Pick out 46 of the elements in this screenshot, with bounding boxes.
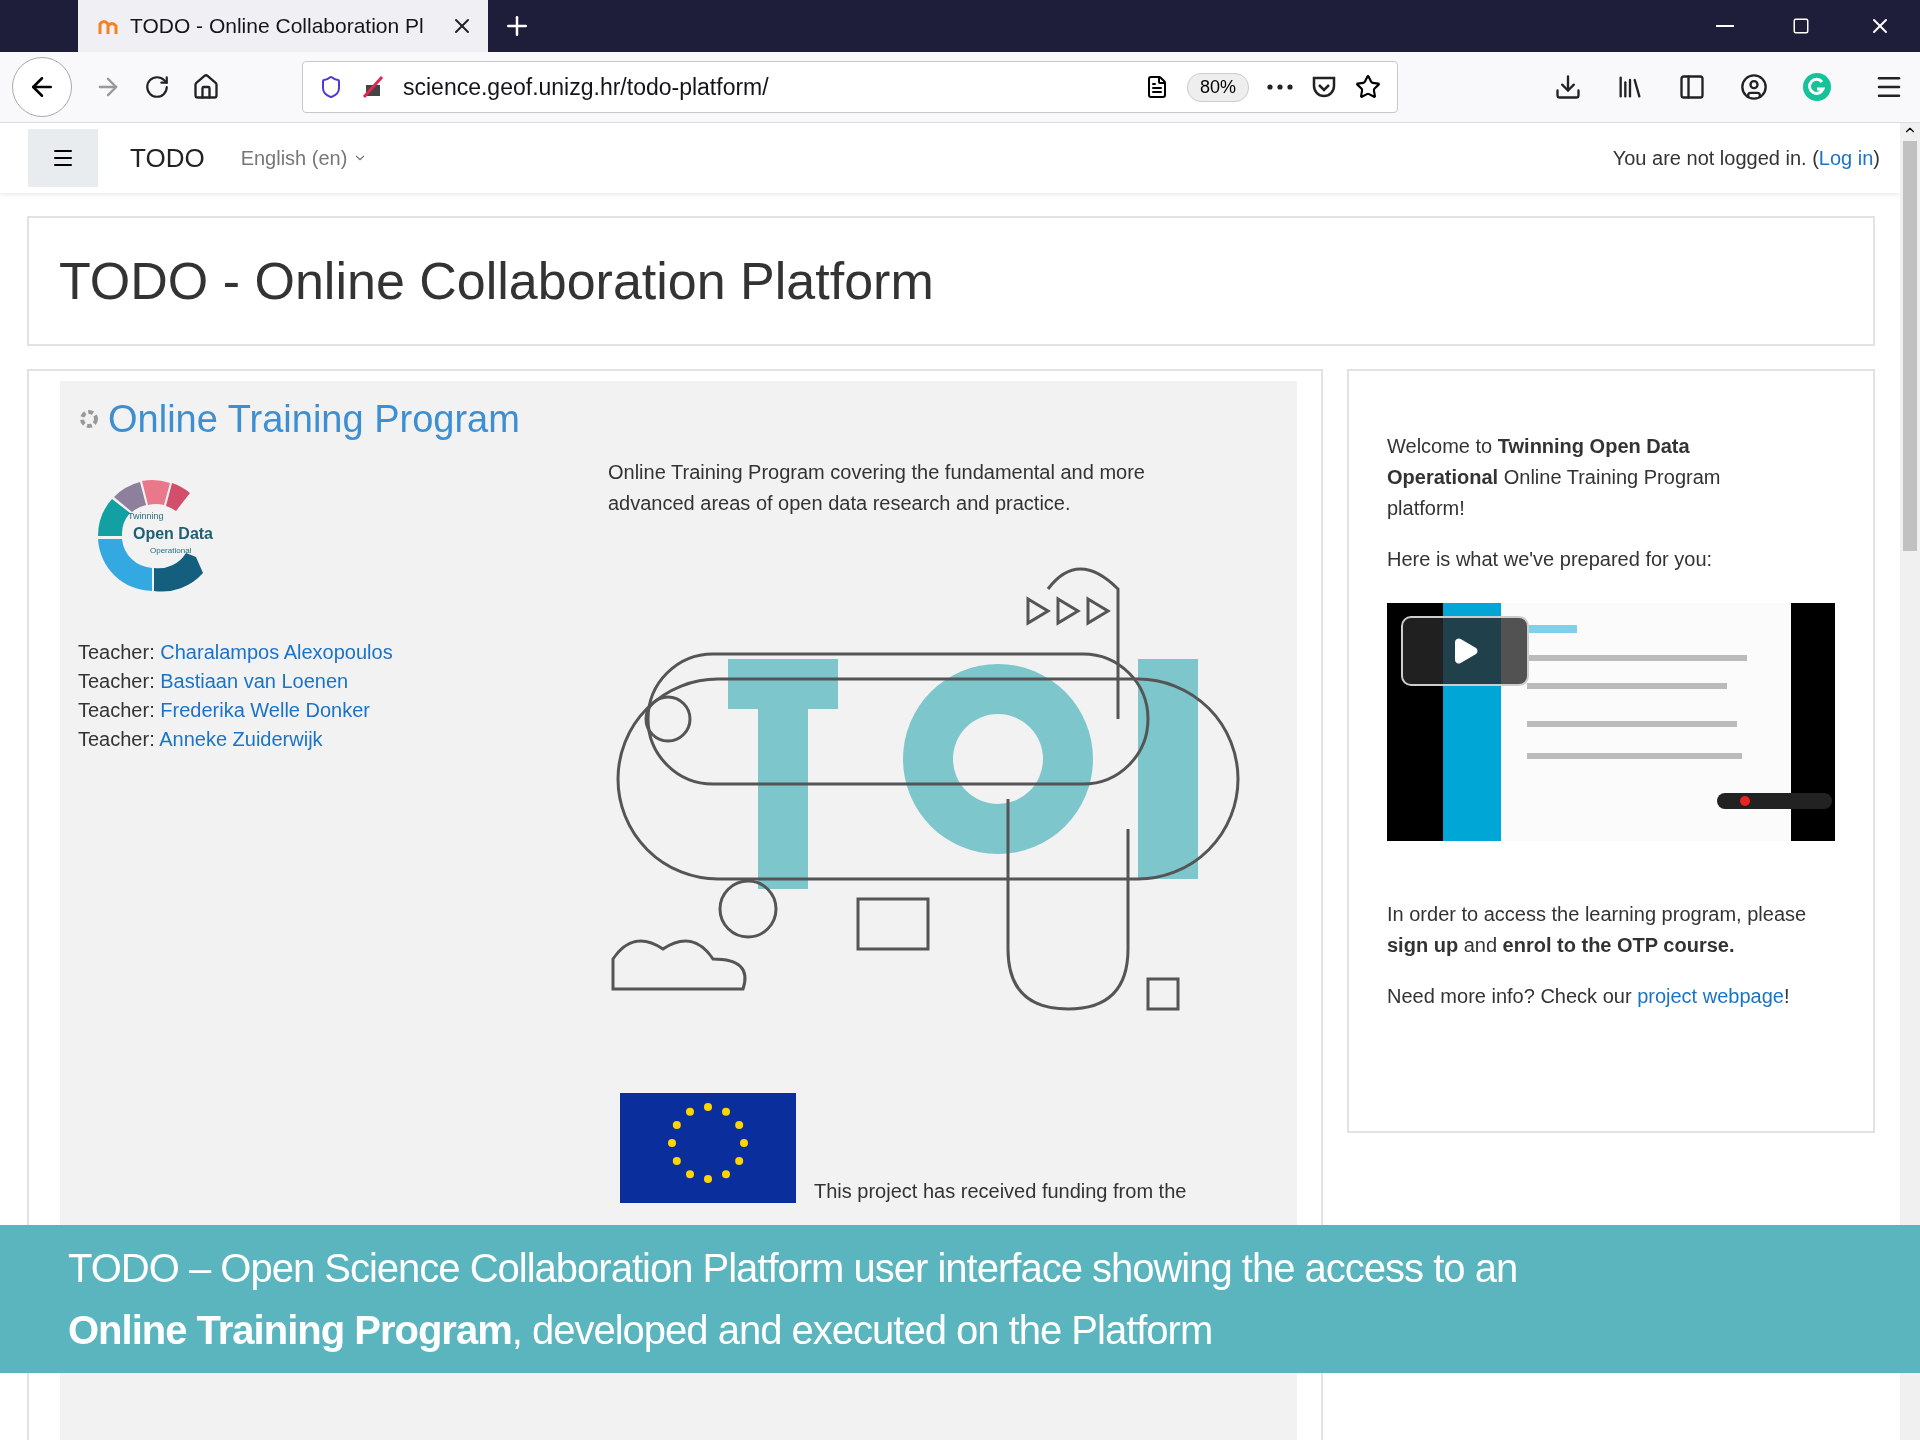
info-text: Need more info? Check our project webpage! (1387, 984, 1791, 1009)
project-link[interactable]: project webpage (1637, 985, 1784, 1007)
zoom-badge[interactable]: 80% (1186, 72, 1249, 102)
logo: Twinning Open Data Operational (78, 461, 228, 611)
sidebar-button[interactable] (1678, 73, 1706, 101)
caption-text: TODO – Open Science Collaboration Platform user interface showing the access to an Online Training Program, developed and executed on the Platform (68, 1245, 1519, 1354)
download-button[interactable] (1554, 73, 1582, 101)
access-text: In order to access the learning program, please sign up and enrol to the OTP course. (1387, 902, 1808, 958)
shield-icon (319, 75, 343, 99)
teacher-line: Teacher: Frederika Welle Donker (78, 699, 371, 722)
insecure-lock-icon (361, 75, 385, 99)
teacher-line: Teacher: Charalampos Alexopoulos (78, 641, 394, 664)
account-button[interactable] (1740, 73, 1768, 101)
minimize-icon (1716, 25, 1734, 27)
site-icon (98, 17, 120, 35)
maximize-icon (1792, 17, 1810, 35)
url-text: science.geof.unizg.hr/todo-platform/ (403, 73, 770, 101)
course-icon (78, 408, 100, 430)
teacher-link[interactable]: Charalampos Alexopoulos (160, 641, 393, 663)
teacher-line: Teacher: Anneke Zuiderwijk (78, 728, 324, 751)
teacher-link[interactable]: Anneke Zuiderwijk (159, 728, 323, 750)
page-title: TODO - Online Collaboration Platform (59, 251, 934, 311)
login-status: You are not logged in. (Log in) (1612, 146, 1880, 170)
teacher-link[interactable]: Bastiaan van Loenen (160, 670, 349, 692)
scroll-thumb[interactable] (1903, 141, 1917, 551)
reload-button[interactable] (144, 74, 170, 100)
login-link[interactable]: Log in (1818, 146, 1874, 169)
browser-tab[interactable]: TODO - Online Collaboration Pl (78, 0, 488, 52)
bookmark-star-icon (1355, 74, 1381, 100)
prepared-text: Here is what we've prepared for you: (1387, 547, 1714, 572)
address-bar[interactable]: science.geof.unizg.hr/todo-platform/ 80% (302, 61, 1398, 113)
play-button[interactable] (1401, 616, 1529, 686)
teacher-line: Teacher: Bastiaan van Loenen (78, 670, 350, 693)
tab-title: TODO - Online Collaboration Pl (130, 14, 425, 38)
language-menu[interactable]: English (en) (234, 145, 374, 171)
menu-button[interactable] (28, 129, 98, 187)
home-button[interactable] (192, 73, 220, 101)
teacher-link[interactable]: Frederika Welle Donker (160, 699, 370, 721)
course-title[interactable]: Online Training Program (108, 397, 520, 441)
site-brand[interactable]: TODO (130, 142, 205, 174)
welcome-text: Welcome to Twinning Open Data Operational Online Training Program platform! (1387, 434, 1722, 521)
more-icon[interactable] (1267, 84, 1293, 90)
flag-icon (620, 1093, 796, 1203)
course-summary: Online Training Program covering the fundamental and more advanced areas of open data research and practice. (608, 460, 1146, 516)
funding-text: This project has received funding from the (814, 1180, 1187, 1203)
pocket-icon (1311, 75, 1337, 99)
